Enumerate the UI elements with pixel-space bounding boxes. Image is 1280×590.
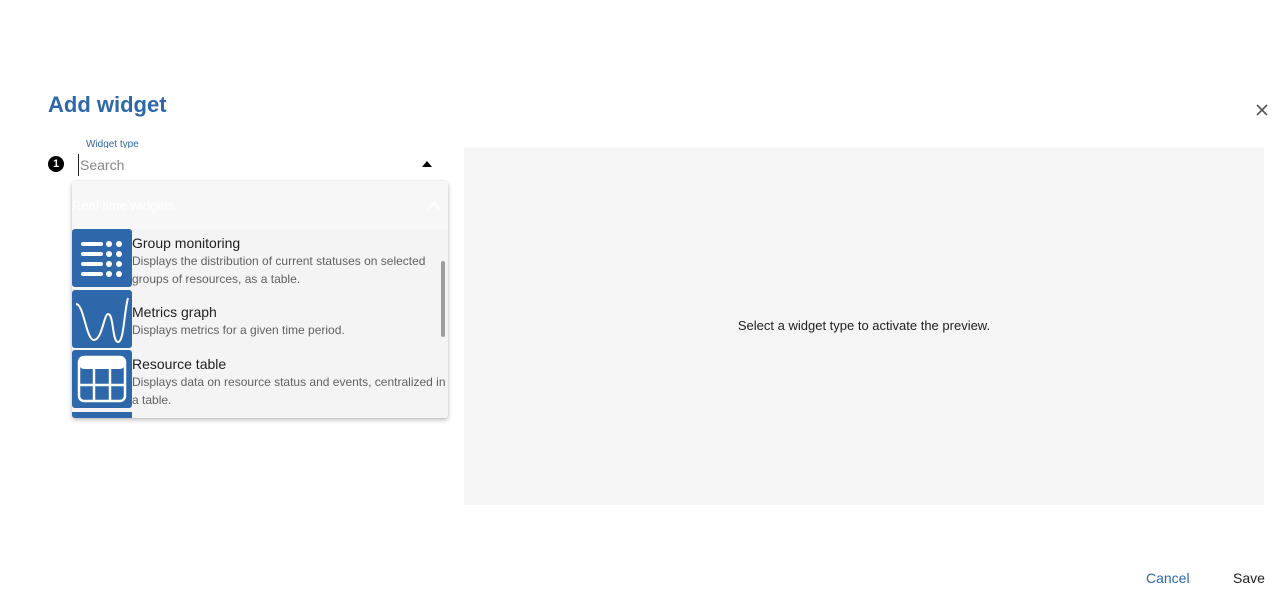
close-button[interactable] — [1252, 100, 1272, 120]
metrics-graph-icon — [72, 290, 132, 348]
dropdown-toggle-button[interactable] — [421, 159, 433, 169]
group-monitoring-icon — [72, 229, 132, 287]
chevron-up-icon — [426, 198, 442, 212]
option-title: Resource table — [132, 356, 227, 372]
step-number-badge: 1 — [48, 156, 64, 172]
widget-type-dropdown: Real time widgets Group monitoring Displ… — [72, 181, 448, 418]
dialog-title: Add widget — [48, 92, 167, 117]
option-resource-table[interactable]: Resource table Displays data on resource… — [72, 350, 448, 418]
option-metrics-graph[interactable]: Metrics graph Displays metrics for a giv… — [72, 290, 448, 350]
option-title: Group monitoring — [132, 235, 241, 251]
save-button[interactable]: Save — [1233, 570, 1265, 586]
widget-preview-panel: Select a widget type to activate the pre… — [464, 147, 1264, 505]
option-partial[interactable] — [72, 412, 132, 418]
option-description: Displays data on resource status and eve… — [132, 375, 446, 407]
widget-type-label: Widget type — [86, 139, 139, 148]
option-description: Displays the distribution of current sta… — [132, 254, 426, 286]
widget-type-search-input[interactable] — [78, 154, 420, 176]
caret-up-icon — [422, 161, 432, 167]
dropdown-scrollbar[interactable] — [441, 261, 445, 337]
preview-message: Select a widget type to activate the pre… — [737, 317, 991, 333]
group-header-real-time-widgets[interactable]: Real time widgets — [72, 181, 448, 229]
cancel-button[interactable]: Cancel — [1146, 570, 1190, 586]
resource-table-icon — [72, 350, 132, 408]
option-description: Displays metrics for a given time period… — [132, 323, 345, 337]
close-icon — [1256, 104, 1268, 116]
option-group-monitoring[interactable]: Group monitoring Displays the distributi… — [72, 229, 448, 290]
group-title: Real time widgets — [72, 197, 175, 213]
option-title: Metrics graph — [132, 304, 217, 320]
